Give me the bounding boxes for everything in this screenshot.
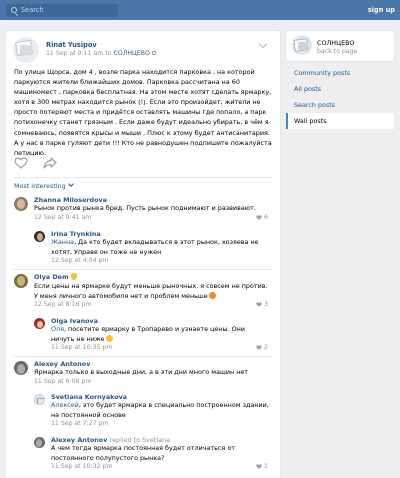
search-placeholder: Search [21,6,44,14]
comment-author[interactable]: Irina Trynkina [51,230,101,238]
comments-sort-toggle[interactable]: Most interesting [14,181,74,190]
divider [14,356,272,357]
heart-icon[interactable] [14,157,28,169]
author-avatar[interactable] [13,37,39,63]
post-date[interactable]: 11 Sep at 9:11 am [46,50,103,57]
divider [14,177,272,178]
comment-text: Жанна, Да кто будет вкладываться в этот … [51,238,271,257]
comment-text: Рынок против рынка бред. Пусть рынок под… [34,204,256,212]
divider [14,269,272,270]
post-text: По улице Щорса, дом 4 , возле парка нахо… [14,68,272,157]
lock-icon [151,51,156,55]
emoji-face-icon [105,334,113,342]
chevron-down-icon[interactable] [258,39,268,49]
post-author[interactable]: Rinat Yusipov [46,41,97,49]
emoji-face-icon [208,291,216,299]
post-group-link[interactable]: СОЛНЦЕВО [114,50,150,57]
sidebar-item-community-posts[interactable]: Community posts [286,65,394,81]
group-name[interactable]: СОЛНЦЕВО [317,39,355,47]
sidebar-menu: Community posts All posts Search posts W… [286,61,394,131]
comment-author[interactable]: Olga Ivanova [51,317,98,325]
comment-author[interactable]: Alexey Antonov [34,360,90,368]
like-count: 6 [264,214,268,221]
comment-date[interactable]: 12 Sep at 8:16 pm [34,301,91,308]
top-bar: Search sign up [0,0,400,20]
comment-text: А чем тогда ярмарка постоянная будет отл… [51,444,235,462]
search-input[interactable]: Search [6,4,118,17]
comment-avatar[interactable] [14,197,28,211]
like-count: 2 [264,344,268,351]
comments-sort-label: Most interesting [14,182,66,190]
comment-text: Оля, посетите ярмарку в Тропарево и узна… [51,325,269,344]
heart-icon [256,464,262,469]
group-avatar[interactable] [292,35,312,55]
comment-avatar[interactable] [34,318,45,329]
like-count: 3 [264,301,268,308]
comment-author[interactable]: Zhanna Miloserdova [34,196,107,204]
comment-author-name: Olya Dem [34,273,69,281]
comment-likes[interactable]: 1 [256,463,268,470]
comment-author-name: Alexey Antonov [51,436,108,444]
search-icon [11,7,17,13]
reply-to-label[interactable]: replied to Svetlana [110,436,170,444]
comment-date[interactable]: 11 Sep at 10:35 pm [51,344,112,351]
comment-body: , это будет ярмарка в специально построе… [51,401,269,419]
comment-avatar[interactable] [14,274,28,288]
comment-body: , посетите ярмарку в Тропарево и узнаете… [51,325,245,343]
comment-body: , Да кто будет вкладываться в этот рынок… [51,238,259,256]
back-to-page-link[interactable]: back to page [317,48,357,55]
reply-addressee[interactable]: Оля [51,325,64,333]
comment-date[interactable]: 11 Sep at 10:32 pm [51,463,112,470]
comment-date[interactable]: 11 Sep at 7:27 pm [51,420,108,427]
post-to: to [105,50,112,57]
comment-author[interactable]: Olya Dem [34,273,77,281]
comment-avatar[interactable] [34,394,45,405]
sidebar-item-search-posts[interactable]: Search posts [286,97,394,113]
post-card: Rinat Yusipov 11 Sep at 9:11 am to СОЛНЦ… [6,31,280,478]
comment-likes[interactable]: 3 [256,301,268,308]
heart-icon [256,215,262,220]
comment-avatar[interactable] [34,437,45,448]
share-icon[interactable] [43,157,57,169]
reply-addressee[interactable]: Алексей [51,401,79,409]
post-header: Rinat Yusipov 11 Sep at 9:11 am to СОЛНЦ… [6,31,280,63]
sidebar-group-card[interactable]: СОЛНЦЕВО back to page [286,31,394,61]
comment-author[interactable]: Svetlana Kornyakova [51,393,127,401]
comment-text: Алексей, это будет ярмарка в специально … [51,401,269,420]
sign-up-link[interactable]: sign up [368,4,395,16]
sidebar-item-all-posts[interactable]: All posts [286,81,394,97]
heart-icon [256,302,262,307]
comment-date[interactable]: 11 Sep at 6:08 pm [34,378,91,385]
post-meta: 11 Sep at 9:11 am to СОЛНЦЕВО [46,50,156,57]
comment-body: Если цены на ярмарке будут меньше рыночн… [34,282,268,300]
comment-avatar[interactable] [14,361,28,375]
comment-date[interactable]: 12 Sep at 9:41 am [34,214,91,221]
chevron-down-icon [67,181,74,187]
comment-author[interactable]: Alexey Antonov replied to Svetlana [51,436,170,444]
comment-likes[interactable]: 6 [256,214,268,221]
emoji-hand-icon [70,273,77,280]
comment-text: Ярмарка только в выходные дни, а в эти д… [34,368,249,376]
comment-date[interactable]: 12 Sep at 4:04 pm [51,257,108,264]
sidebar-item-wall-posts[interactable]: Wall posts [286,113,394,129]
comment-text: Если цены на ярмарке будут меньше рыночн… [34,282,270,301]
comment-avatar[interactable] [34,231,45,242]
like-count: 1 [264,463,268,470]
reply-addressee[interactable]: Жанна [51,238,74,246]
comment-likes[interactable]: 2 [256,344,268,351]
heart-icon [256,345,262,350]
